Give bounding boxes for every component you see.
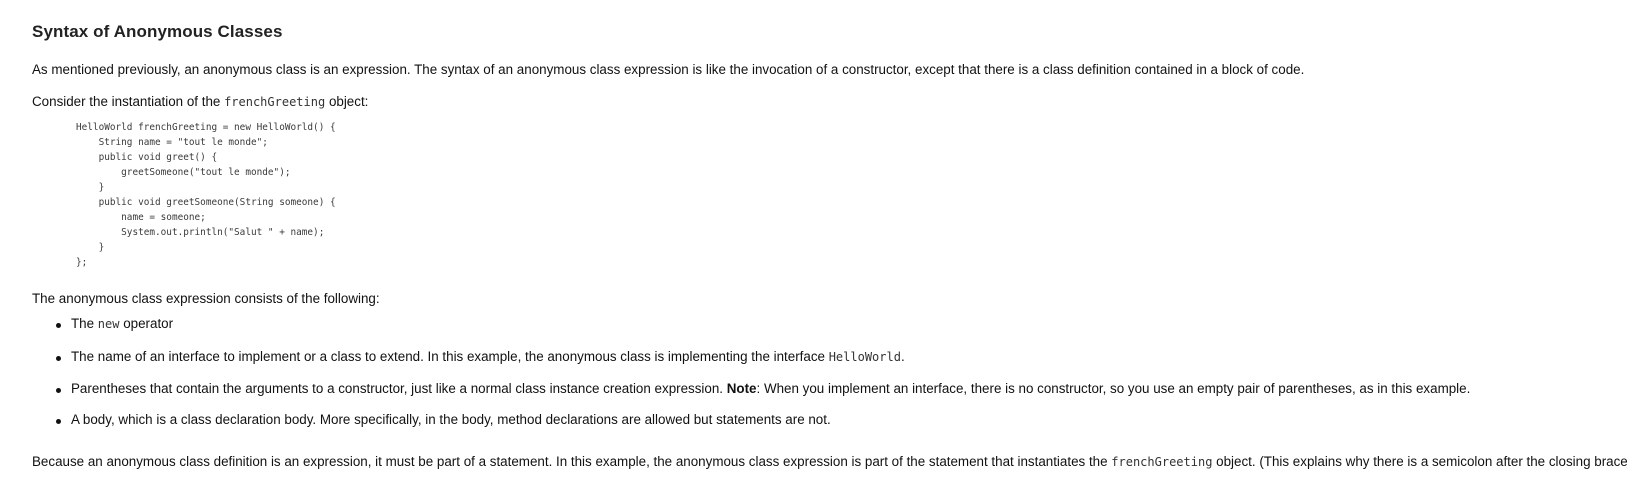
list-item-text-after: . xyxy=(900,349,905,364)
bullet-dot xyxy=(56,388,61,393)
consists-paragraph: The anonymous class expression consists … xyxy=(32,291,380,306)
inline-code-helloworld: HelloWorld xyxy=(828,350,901,364)
list-item-text: A body, which is a class declaration bod… xyxy=(71,412,831,427)
consider-text-before: Consider the instantiation of the xyxy=(32,94,225,109)
bullet-dot xyxy=(56,356,61,361)
list-item-text-after: : When you implement an interface, there… xyxy=(756,381,1471,396)
inline-code-frenchgreeting: frenchGreeting xyxy=(224,95,326,109)
list-item-text-before: Parentheses that contain the arguments t… xyxy=(71,381,727,396)
closing-text-before: Because an anonymous class definition is… xyxy=(32,454,1112,469)
list-item-text-after: operator xyxy=(119,316,174,331)
list-item-text: Parentheses that contain the arguments t… xyxy=(71,380,1470,398)
code-example: HelloWorld frenchGreeting = new HelloWor… xyxy=(76,122,336,268)
list-item-text: The new operator xyxy=(71,315,173,333)
intro-paragraph: As mentioned previously, an anonymous cl… xyxy=(32,62,1305,77)
consider-paragraph: Consider the instantiation of the french… xyxy=(32,93,368,111)
list-item-text-before: The name of an interface to implement or… xyxy=(71,349,829,364)
inline-code-frenchgreeting: frenchGreeting xyxy=(1111,455,1213,469)
list-item-text-before: The xyxy=(71,316,98,331)
bullet-dot xyxy=(56,323,61,328)
bullet-dot xyxy=(56,419,61,424)
section-heading: Syntax of Anonymous Classes xyxy=(32,22,283,41)
closing-text-after: object. (This explains why there is a se… xyxy=(1212,454,1627,469)
list-item-text: The name of an interface to implement or… xyxy=(71,348,905,366)
note-label: Note xyxy=(726,381,757,396)
inline-code-new: new xyxy=(97,317,120,331)
consider-text-after: object: xyxy=(325,94,369,109)
closing-paragraph: Because an anonymous class definition is… xyxy=(32,453,1627,471)
